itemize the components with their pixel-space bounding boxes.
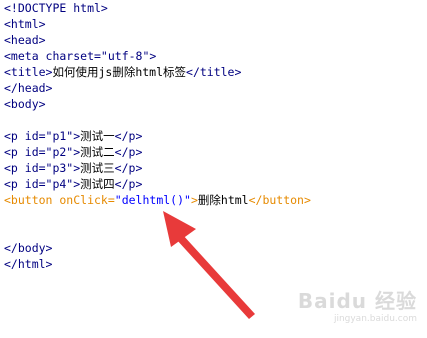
code-line-p2: <p id="p2">测试二</p> bbox=[4, 145, 143, 159]
code-line-blank-2 bbox=[4, 208, 424, 224]
code-line-blank-3 bbox=[4, 224, 424, 240]
code-line-title: <title>如何使用js删除html标签</title> bbox=[4, 65, 242, 79]
code-line-head-open: <head> bbox=[4, 33, 46, 47]
code-line-p3: <p id="p3">测试三</p> bbox=[4, 161, 143, 175]
button-handler: "delhtml()" bbox=[114, 193, 191, 207]
baidu-watermark: Baidu 经验 jingyan.baidu.com bbox=[297, 289, 417, 324]
title-text: 如何使用js删除html标签 bbox=[52, 65, 187, 79]
code-line-button: <button onClick="delhtml()">删除html</butt… bbox=[4, 193, 311, 207]
code-line-body-open: <body> bbox=[4, 97, 46, 111]
code-line-html-close: </html> bbox=[4, 257, 53, 271]
code-line-head-close: </head> bbox=[4, 81, 53, 95]
code-line-p1: <p id="p1">测试一</p> bbox=[4, 129, 143, 143]
code-editor[interactable]: <!DOCTYPE html> <html> <head> <meta char… bbox=[4, 0, 424, 272]
code-line-html-open: <html> bbox=[4, 17, 46, 31]
code-line-meta: <meta charset="utf-8"> bbox=[4, 49, 157, 63]
code-line-doctype: <!DOCTYPE html> bbox=[4, 1, 108, 15]
code-line-p4: <p id="p4">测试四</p> bbox=[4, 177, 143, 191]
code-line-body-close: </body> bbox=[4, 241, 53, 255]
button-text: 删除html bbox=[197, 193, 249, 207]
